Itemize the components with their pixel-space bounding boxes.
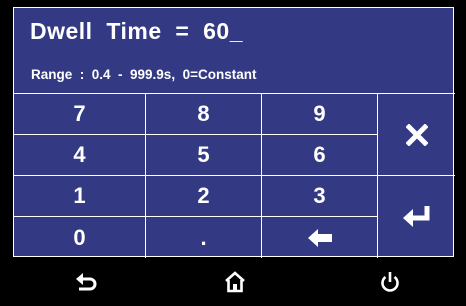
backspace-button[interactable] (262, 217, 378, 258)
backspace-arrow-icon (307, 228, 332, 247)
back-icon (76, 273, 97, 291)
dwell-time-entry-screen: Dwell Time = 60_ Range : 0.4 - 999.9s, 0… (13, 7, 455, 258)
close-icon (405, 123, 428, 146)
key-9[interactable]: 9 (262, 94, 378, 135)
home-button[interactable] (195, 258, 275, 306)
key-7[interactable]: 7 (14, 94, 146, 135)
back-button[interactable] (46, 258, 126, 306)
key-6[interactable]: 6 (262, 135, 378, 176)
key-5[interactable]: 5 (146, 135, 262, 176)
numeric-keypad: 7 8 9 4 5 6 1 2 3 0 . (14, 93, 455, 258)
key-2[interactable]: 2 (146, 176, 262, 217)
key-0[interactable]: 0 (14, 217, 146, 258)
enter-icon (402, 206, 429, 227)
key-decimal[interactable]: . (146, 217, 262, 258)
clear-button[interactable] (378, 94, 455, 176)
key-8[interactable]: 8 (146, 94, 262, 135)
home-icon (225, 271, 245, 293)
power-icon (381, 272, 399, 292)
dwell-time-display: Dwell Time = 60_ (30, 18, 243, 44)
bottom-navigation-bar (0, 258, 466, 306)
key-1[interactable]: 1 (14, 176, 146, 217)
key-3[interactable]: 3 (262, 176, 378, 217)
range-hint: Range : 0.4 - 999.9s, 0=Constant (31, 67, 257, 82)
enter-button[interactable] (378, 176, 455, 258)
key-4[interactable]: 4 (14, 135, 146, 176)
power-button[interactable] (350, 258, 430, 306)
